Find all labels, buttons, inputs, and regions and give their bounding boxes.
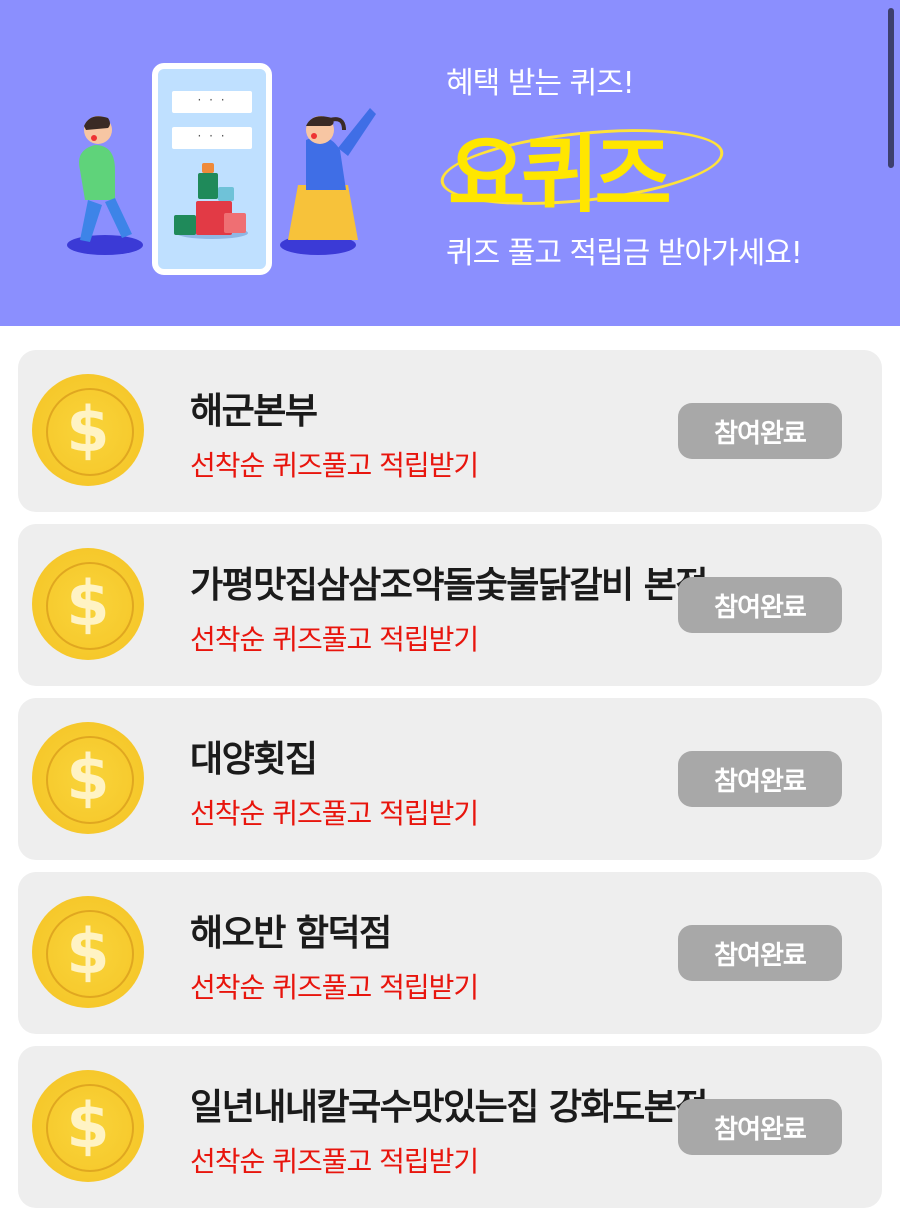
quiz-subtitle: 선착순 퀴즈풀고 적립받기	[190, 449, 479, 482]
dollar-icon: $	[66, 567, 110, 640]
quiz-card[interactable]: $ 해오반 함덕점 선착순 퀴즈풀고 적립받기 참여완료	[18, 872, 882, 1034]
banner-subtitle: 혜택 받는 퀴즈!	[446, 66, 635, 101]
quiz-subtitle: 선착순 퀴즈풀고 적립받기	[190, 1145, 479, 1178]
coin-icon: $	[32, 374, 144, 486]
quiz-title: 가평맛집삼삼조약돌숯불닭갈비 본점	[190, 565, 708, 606]
participation-complete-button[interactable]: 참여완료	[678, 403, 842, 459]
coin-icon: $	[32, 1070, 144, 1182]
banner-description: 퀴즈 풀고 적립금 받아가세요!	[446, 236, 803, 271]
participation-complete-button[interactable]: 참여완료	[678, 1099, 842, 1155]
quiz-title: 해군본부	[190, 391, 318, 432]
chat-bubble: · · ·	[172, 127, 252, 149]
banner-logo: 요퀴즈	[437, 100, 730, 224]
gift-box-icon	[224, 213, 246, 233]
quiz-page: · · · · · · 혜택 받는 퀴즈! 요퀴즈 퀴즈 풀고 적립금 받아가세…	[0, 0, 900, 1215]
gift-box-icon	[174, 215, 196, 235]
participation-complete-button[interactable]: 참여완료	[678, 577, 842, 633]
gift-box-icon	[218, 187, 234, 201]
scrollbar[interactable]	[888, 8, 894, 168]
dollar-icon: $	[66, 915, 110, 988]
woman-illustration	[280, 108, 376, 255]
quiz-subtitle: 선착순 퀴즈풀고 적립받기	[190, 797, 479, 830]
quiz-card[interactable]: $ 가평맛집삼삼조약돌숯불닭갈비 본점 선착순 퀴즈풀고 적립받기 참여완료	[18, 524, 882, 686]
banner-logo-text: 요퀴즈	[448, 126, 672, 224]
quiz-card[interactable]: $ 일년내내칼국수맛있는집 강화도본점 선착순 퀴즈풀고 적립받기 참여완료	[18, 1046, 882, 1208]
participation-complete-button[interactable]: 참여완료	[678, 925, 842, 981]
quiz-card[interactable]: $ 대양횟집 선착순 퀴즈풀고 적립받기 참여완료	[18, 698, 882, 860]
quiz-subtitle: 선착순 퀴즈풀고 적립받기	[190, 971, 479, 1004]
quiz-card[interactable]: $ 해군본부 선착순 퀴즈풀고 적립받기 참여완료	[18, 350, 882, 512]
dollar-icon: $	[66, 393, 110, 466]
participation-complete-button[interactable]: 참여완료	[678, 751, 842, 807]
quiz-title: 대양횟집	[190, 739, 318, 780]
coin-icon: $	[32, 896, 144, 1008]
gift-box-icon	[198, 173, 218, 199]
dollar-icon: $	[66, 1089, 110, 1162]
coin-icon: $	[32, 722, 144, 834]
gift-box-icon	[202, 163, 214, 173]
banner-illustration: · · · · · ·	[60, 55, 390, 285]
chat-bubble: · · ·	[172, 91, 252, 113]
phone-illustration: · · · · · ·	[152, 63, 272, 275]
dollar-icon: $	[66, 741, 110, 814]
quiz-title: 해오반 함덕점	[190, 913, 392, 954]
quiz-banner[interactable]: · · · · · · 혜택 받는 퀴즈! 요퀴즈 퀴즈 풀고 적립금 받아가세…	[0, 0, 900, 326]
quiz-subtitle: 선착순 퀴즈풀고 적립받기	[190, 623, 479, 656]
man-illustration	[67, 116, 143, 255]
quiz-title: 일년내내칼국수맛있는집 강화도본점	[190, 1087, 708, 1128]
coin-icon: $	[32, 548, 144, 660]
